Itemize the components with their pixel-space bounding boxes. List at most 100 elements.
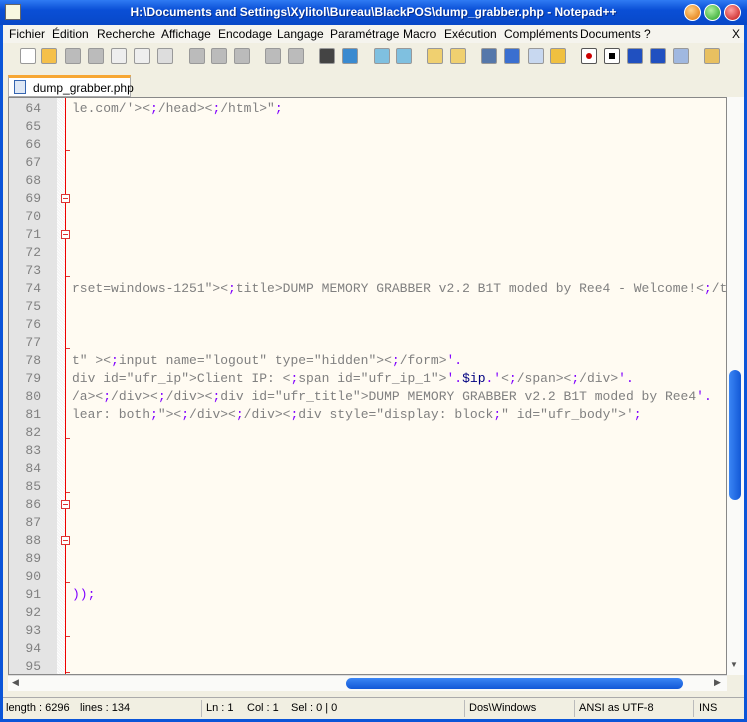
fold-collapse-icon[interactable]	[61, 230, 70, 239]
indent-guide-icon[interactable]	[528, 48, 544, 64]
line-number: 84	[25, 461, 41, 476]
fold-end-marker	[66, 636, 70, 637]
tab-dump-grabber[interactable]: dump_grabber.php	[8, 75, 134, 97]
user-language-icon[interactable]	[550, 48, 566, 64]
open-file-icon[interactable]	[41, 48, 57, 64]
menu-2[interactable]: Recherche	[97, 27, 155, 41]
line-number: 85	[25, 479, 41, 494]
line-number: 74	[25, 281, 41, 296]
play-macro-icon[interactable]	[627, 48, 643, 64]
menu-5[interactable]: Langage	[277, 27, 324, 41]
find-icon[interactable]	[319, 48, 335, 64]
record-macro-icon[interactable]	[581, 48, 597, 64]
launch-browser-icon[interactable]	[704, 48, 720, 64]
menu-3[interactable]: Affichage	[161, 27, 211, 41]
status-lines: lines : 134	[80, 702, 131, 714]
line-number: 76	[25, 317, 41, 332]
line-number: 75	[25, 299, 41, 314]
notepad-window: H:\Documents and Settings\Xylitol\Bureau…	[0, 0, 747, 722]
vertical-scrollbar[interactable]: ▼	[727, 97, 744, 675]
zoom-in-icon[interactable]	[374, 48, 390, 64]
scroll-down-arrow-icon[interactable]: ▼	[730, 660, 738, 669]
menu-9[interactable]: Compléments	[504, 27, 578, 41]
code-line[interactable]: lear: both;"><;/div><;/div><;div style="…	[72, 406, 642, 424]
file-icon	[14, 80, 26, 94]
close-all-icon[interactable]	[134, 48, 150, 64]
line-number: 91	[25, 587, 41, 602]
menu-6[interactable]: Paramétrage	[330, 27, 399, 41]
sync-vertical-icon[interactable]	[427, 48, 443, 64]
close-button[interactable]	[724, 4, 741, 21]
fold-end-marker	[66, 276, 70, 277]
scroll-left-arrow-icon[interactable]: ◀	[12, 677, 19, 688]
sync-horizontal-icon[interactable]	[450, 48, 466, 64]
redo-icon[interactable]	[288, 48, 304, 64]
run-macro-multiple-icon[interactable]	[650, 48, 666, 64]
menu-8[interactable]: Exécution	[444, 27, 497, 41]
undo-icon[interactable]	[265, 48, 281, 64]
tab-bar: dump_grabber.php	[3, 75, 744, 97]
line-number: 71	[25, 227, 41, 242]
code-line[interactable]: /a><;/div><;/div><;div id="ufr_title">DU…	[72, 388, 712, 406]
cut-icon[interactable]	[189, 48, 205, 64]
line-number: 94	[25, 641, 41, 656]
print-icon[interactable]	[157, 48, 173, 64]
line-number: 72	[25, 245, 41, 260]
line-number: 83	[25, 443, 41, 458]
menu-10[interactable]: Documents	[580, 27, 641, 41]
horizontal-scrollbar[interactable]: ◀ ▶	[8, 675, 727, 691]
fold-collapse-icon[interactable]	[61, 536, 70, 545]
fold-line	[65, 98, 66, 674]
fold-end-marker	[66, 672, 70, 673]
menu-4[interactable]: Encodage	[218, 27, 272, 41]
minimize-button[interactable]	[684, 4, 701, 21]
code-line[interactable]: rset=windows-1251"><;title>DUMP MEMORY G…	[72, 280, 726, 298]
word-wrap-icon[interactable]	[481, 48, 497, 64]
save-macro-icon[interactable]	[673, 48, 689, 64]
status-bar: length : 6296 lines : 134 Ln : 1 Col : 1…	[3, 697, 744, 719]
code-line[interactable]: t" ><;input name="logout" type="hidden">…	[72, 352, 462, 370]
status-encoding: ANSI as UTF-8	[579, 702, 654, 714]
menu-7[interactable]: Macro	[403, 27, 436, 41]
code-line[interactable]: le.com/'><;/head><;/html>";	[72, 100, 283, 118]
show-all-chars-icon[interactable]	[504, 48, 520, 64]
new-file-icon[interactable]	[20, 48, 36, 64]
line-number: 87	[25, 515, 41, 530]
line-number: 65	[25, 119, 41, 134]
line-number: 66	[25, 137, 41, 152]
status-eol: Dos\Windows	[469, 702, 537, 714]
line-number: 86	[25, 497, 41, 512]
tab-label: dump_grabber.php	[33, 81, 134, 95]
line-number: 81	[25, 407, 41, 422]
close-icon[interactable]	[111, 48, 127, 64]
window-title: H:\Documents and Settings\Xylitol\Bureau…	[130, 5, 617, 19]
vertical-scroll-thumb[interactable]	[729, 370, 741, 500]
copy-icon[interactable]	[211, 48, 227, 64]
line-number: 89	[25, 551, 41, 566]
status-ln: Ln : 1	[206, 702, 234, 714]
menu-close-document[interactable]: X	[732, 27, 740, 41]
menu-0[interactable]: Fichier	[9, 27, 45, 41]
status-length: length : 6296	[6, 702, 70, 714]
save-all-icon[interactable]	[88, 48, 104, 64]
line-number: 64	[25, 101, 41, 116]
paste-icon[interactable]	[234, 48, 250, 64]
line-number: 92	[25, 605, 41, 620]
save-icon[interactable]	[65, 48, 81, 64]
menu-1[interactable]: Édition	[52, 27, 89, 41]
code-line[interactable]: ));	[72, 586, 95, 604]
maximize-button[interactable]	[704, 4, 721, 21]
menu-11[interactable]: ?	[644, 27, 651, 41]
scroll-right-arrow-icon[interactable]: ▶	[714, 677, 721, 688]
fold-collapse-icon[interactable]	[61, 500, 70, 509]
status-mode: INS	[699, 702, 718, 714]
zoom-out-icon[interactable]	[396, 48, 412, 64]
fold-collapse-icon[interactable]	[61, 194, 70, 203]
status-col: Col : 1	[247, 702, 279, 714]
editor[interactable]: 64 le.com/'><;/head><;/html>"; 65 66 67 68 69 7…	[8, 97, 727, 675]
code-line[interactable]: div id="ufr_ip">Client IP: <;span id="uf…	[72, 370, 634, 388]
horizontal-scroll-thumb[interactable]	[346, 678, 683, 689]
replace-icon[interactable]	[342, 48, 358, 64]
menu-bar: Fichier Édition Recherche Affichage Encodage…	[3, 25, 744, 43]
stop-macro-icon[interactable]	[604, 48, 620, 64]
